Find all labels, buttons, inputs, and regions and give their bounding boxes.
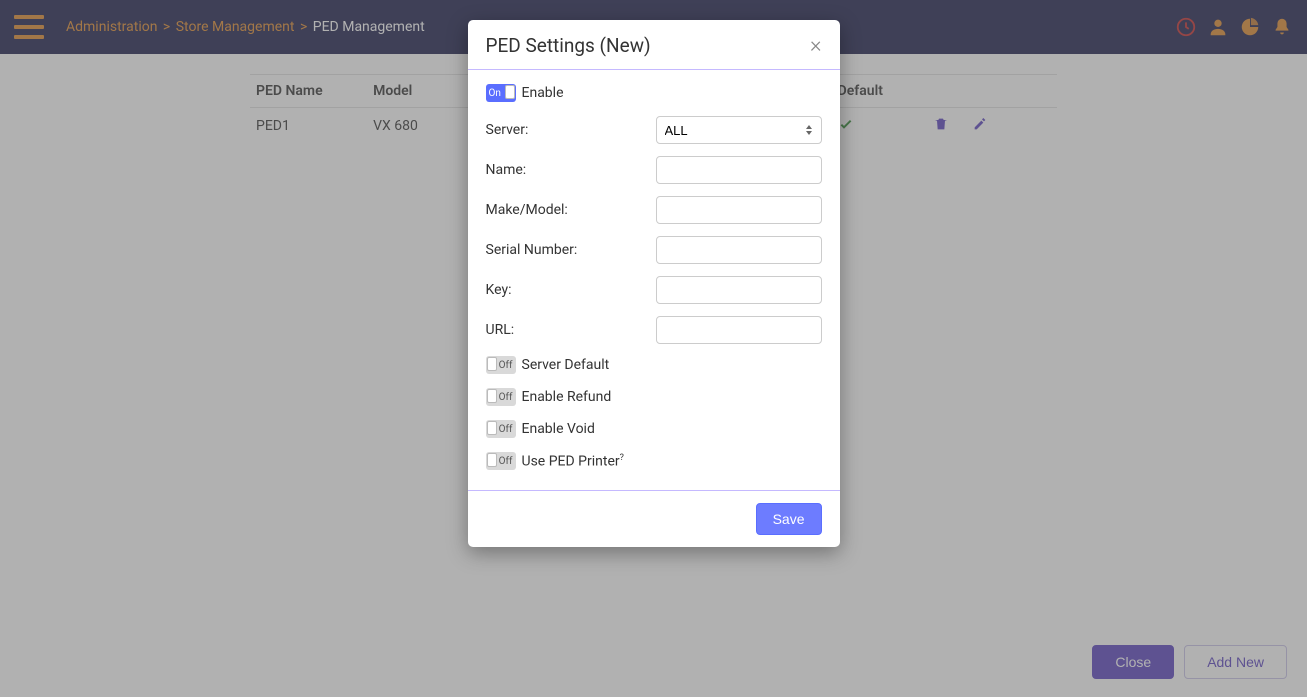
modal-body: On Enable Server: ALL Name: Make/Model: … — [468, 70, 840, 490]
name-input[interactable] — [656, 156, 822, 184]
server-default-toggle[interactable]: Off — [486, 356, 516, 374]
use-printer-toggle[interactable]: Off — [486, 452, 516, 470]
url-input[interactable] — [656, 316, 822, 344]
enable-toggle[interactable]: On — [486, 84, 516, 102]
modal-title: PED Settings (New) — [486, 34, 651, 57]
modal-footer: Save — [468, 490, 840, 547]
close-icon[interactable]: × — [810, 35, 822, 57]
toggle-state-label: On — [489, 88, 501, 99]
enable-refund-toggle[interactable]: Off — [486, 388, 516, 406]
name-label: Name: — [486, 162, 656, 178]
model-label: Make/Model: — [486, 202, 656, 218]
key-input[interactable] — [656, 276, 822, 304]
key-label: Key: — [486, 282, 656, 298]
server-label: Server: — [486, 122, 656, 138]
help-icon[interactable]: ? — [620, 453, 624, 463]
server-select[interactable]: ALL — [656, 116, 822, 144]
serial-label: Serial Number: — [486, 242, 656, 258]
modal-header: PED Settings (New) × — [468, 20, 840, 70]
server-default-label: Server Default — [522, 357, 610, 373]
enable-refund-label: Enable Refund — [522, 389, 612, 405]
enable-label: Enable — [522, 85, 564, 101]
enable-void-label: Enable Void — [522, 421, 595, 437]
save-button[interactable]: Save — [756, 503, 822, 535]
serial-input[interactable] — [656, 236, 822, 264]
model-input[interactable] — [656, 196, 822, 224]
toggle-state-label: Off — [499, 424, 513, 435]
toggle-state-label: Off — [499, 456, 513, 467]
url-label: URL: — [486, 322, 656, 338]
toggle-state-label: Off — [499, 360, 513, 371]
enable-void-toggle[interactable]: Off — [486, 420, 516, 438]
use-printer-label: Use PED Printer? — [522, 453, 624, 470]
ped-settings-modal: PED Settings (New) × On Enable Server: A… — [468, 20, 840, 547]
toggle-state-label: Off — [499, 392, 513, 403]
